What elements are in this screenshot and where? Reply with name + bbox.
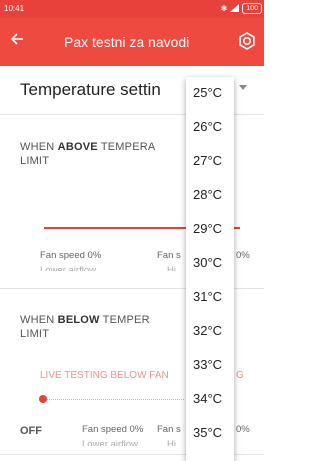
temperature-option[interactable]: 32°C xyxy=(186,315,234,349)
below-airflow-low: Lower airflow xyxy=(82,440,138,446)
temperature-settings-label: Temperature settin xyxy=(20,80,161,99)
above-section-title: WHEN ABOVE TEMPERA LIMIT xyxy=(20,141,156,167)
below-fan-speed-max-tail: 0% xyxy=(236,424,250,435)
below-section-title: WHEN BELOW TEMPER LIMIT xyxy=(20,314,150,340)
status-bar: 10:41 ✱ 100 xyxy=(0,0,264,18)
below-fan-speed-min: Fan speed 0% xyxy=(82,424,144,435)
temperature-option[interactable]: 25°C xyxy=(186,77,234,111)
temperature-option[interactable]: 34°C xyxy=(186,383,234,417)
above-fan-speed-min: Fan speed 0% xyxy=(40,250,102,261)
status-time: 10:41 xyxy=(4,4,25,13)
below-fan-slider[interactable] xyxy=(44,399,184,400)
temperature-option[interactable]: 29°C xyxy=(186,213,234,247)
below-airflow-high: Hi xyxy=(167,440,176,446)
temperature-dropdown[interactable]: 25°C 26°C 27°C 28°C 29°C 30°C 31°C 32°C … xyxy=(186,77,234,461)
temperature-option[interactable]: 35°C xyxy=(186,417,234,451)
bluetooth-icon: ✱ xyxy=(220,4,228,13)
above-fan-speed-max-tail: 0% xyxy=(236,250,250,261)
back-button[interactable] xyxy=(10,32,30,52)
status-icons: ✱ 100 xyxy=(221,3,262,14)
settings-button[interactable] xyxy=(236,30,258,52)
temperature-option[interactable]: 26°C xyxy=(186,111,234,145)
gear-icon xyxy=(239,32,255,50)
temperature-option[interactable]: 33°C xyxy=(186,349,234,383)
live-testing-label: LIVE TESTING BELOW FAN xyxy=(40,370,169,381)
temperature-option[interactable]: 27°C xyxy=(186,145,234,179)
dropdown-arrow-icon xyxy=(239,85,247,90)
above-fan-speed-max: Fan s xyxy=(157,250,181,261)
battery-icon: 100 xyxy=(242,3,262,14)
above-airflow-high: Hi xyxy=(167,266,176,271)
temperature-option[interactable]: 31°C xyxy=(186,281,234,315)
temperature-option[interactable]: 30°C xyxy=(186,247,234,281)
below-toggle-state: OFF xyxy=(20,425,42,437)
below-fan-speed-max: Fan s xyxy=(157,424,181,435)
live-testing-label-tail: G xyxy=(236,370,244,381)
below-slider-thumb[interactable] xyxy=(39,395,47,403)
arrow-left-icon xyxy=(10,33,23,45)
signal-icon xyxy=(230,3,240,14)
above-airflow-low: Lower airflow xyxy=(40,266,96,271)
page-title: Pax testni za navodi xyxy=(64,34,190,50)
temperature-option[interactable]: 28°C xyxy=(186,179,234,213)
app-bar: Pax testni za navodi xyxy=(0,18,264,66)
